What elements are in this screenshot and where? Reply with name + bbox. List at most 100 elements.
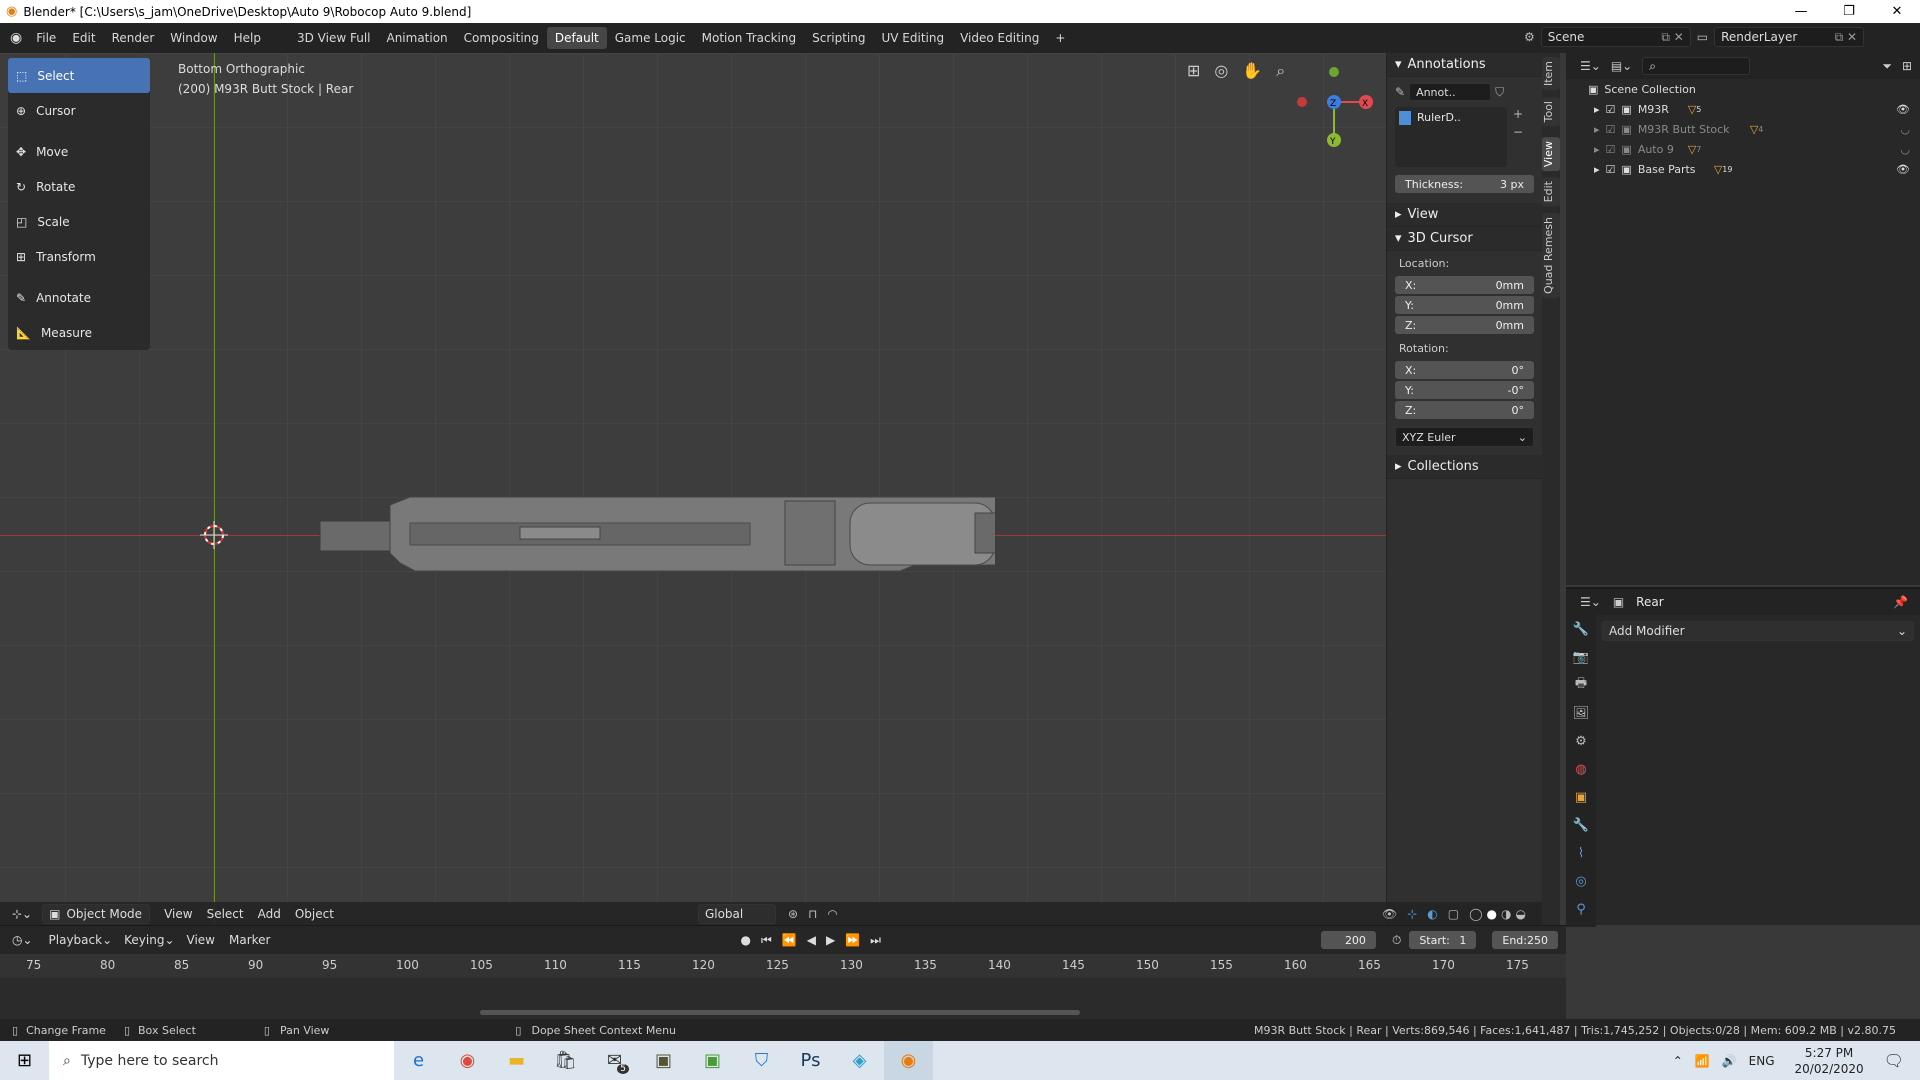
thickness-field[interactable]: Thickness: 3 px (1395, 175, 1534, 193)
tool-measure[interactable]: 📐 Measure (8, 315, 150, 350)
next-keyframe-icon[interactable]: ⏩ (845, 933, 860, 948)
render-layer-icon[interactable]: ▭ (1697, 30, 1708, 44)
chrome-icon[interactable]: ◉ (443, 1041, 492, 1080)
menu-add[interactable]: Add (258, 907, 281, 921)
filter-icon[interactable]: ⏷ (1882, 59, 1892, 74)
scene-selector[interactable]: Scene ⧉ ✕ (1540, 27, 1691, 47)
tab-video-editing[interactable]: Video Editing (952, 27, 1047, 49)
stopwatch-icon[interactable]: ⏱ (1392, 933, 1401, 948)
tab-game-logic[interactable]: Game Logic (607, 27, 694, 49)
rotation-mode-dropdown[interactable]: XYZ Euler ⌄ (1395, 427, 1534, 447)
visibility-icon[interactable]: 👁 (1382, 907, 1397, 921)
menu-playback[interactable]: Playback (49, 933, 103, 947)
outliner-editor-icon[interactable]: ☰⌄ (1580, 59, 1601, 73)
shield-icon[interactable]: ⛉ (1495, 85, 1504, 100)
tool-settings-icon[interactable]: 🔧 (1566, 615, 1596, 643)
add-workspace-button[interactable]: + (1047, 27, 1073, 49)
tool-move[interactable]: ✥ Move (8, 134, 150, 169)
eye-icon[interactable]: 👁 (1896, 103, 1910, 116)
pin-icon[interactable]: 📌 (1893, 595, 1908, 609)
tab-3d-view-full[interactable]: 3D View Full (289, 27, 379, 49)
snap-icon[interactable]: ⊓ (808, 907, 817, 921)
store-icon[interactable]: 🛍 (541, 1041, 590, 1080)
output-icon[interactable]: 🖶 (1566, 671, 1596, 699)
tab-item[interactable]: Item (1542, 57, 1560, 91)
gizmo-toggle-icon[interactable]: ⊹ (1407, 907, 1417, 921)
editor-type-icon[interactable]: ⊹⌄ (12, 907, 32, 921)
language-indicator[interactable]: ENG (1749, 1054, 1775, 1068)
rotation-y-field[interactable]: Y: -0° (1395, 381, 1534, 399)
end-frame-field[interactable]: End: 250 (1492, 931, 1558, 949)
outliner-row-m93r[interactable]: ▸ ☑ ▣ M93R ▽ 5 👁 (1566, 99, 1920, 119)
properties-editor-icon[interactable]: ☰⌄ (1580, 595, 1601, 609)
play-reverse-icon[interactable]: ◀ (807, 933, 816, 948)
scene-props-icon[interactable]: ⚙ (1566, 727, 1596, 755)
tool-annotate[interactable]: ✎ Annotate (8, 280, 150, 315)
jump-end-icon[interactable]: ⏭ (870, 933, 881, 948)
tool-cursor[interactable]: ⊕ Cursor (8, 93, 150, 128)
start-frame-field[interactable]: Start: 1 (1409, 931, 1477, 949)
checkbox-icon[interactable]: ☑ (1606, 143, 1616, 156)
network-icon[interactable]: 📶 (1695, 1054, 1710, 1068)
tab-uv-editing[interactable]: UV Editing (873, 27, 952, 49)
app-icon-blue[interactable]: ◈ (835, 1041, 884, 1080)
current-frame-field[interactable]: 200 (1320, 931, 1376, 949)
overlay-toggle-icon[interactable]: ◐ (1427, 907, 1437, 921)
outliner-row-auto-9[interactable]: ▸ ☑ ▣ Auto 9 ▽ 7 ◡ (1566, 139, 1920, 159)
blender-taskbar-icon[interactable]: ◉ (884, 1041, 933, 1080)
tool-transform[interactable]: ⊞ Transform (8, 239, 150, 274)
eye-icon[interactable]: 👁 (1896, 163, 1910, 176)
modifier-icon[interactable]: 🔧 (1566, 811, 1596, 839)
camera-icon[interactable]: ◎ (1214, 61, 1228, 81)
menu-render[interactable]: Render (104, 27, 163, 49)
app-icon-green[interactable]: ▣ (688, 1041, 737, 1080)
particles-icon[interactable]: ⌇ (1566, 839, 1596, 867)
xray-icon[interactable]: ▢ (1448, 907, 1459, 921)
tool-rotate[interactable]: ↻ Rotate (8, 169, 150, 204)
menu-window[interactable]: Window (162, 27, 225, 49)
minimize-button[interactable]: — (1778, 0, 1824, 23)
clock[interactable]: 5:27 PM 20/02/2020 (1795, 1045, 1864, 1077)
zoom-icon[interactable]: ⌕ (1276, 61, 1285, 81)
tray-chevron-icon[interactable]: ⌃ (1673, 1054, 1683, 1068)
taskbar-search-box[interactable]: ⌕ Type here to search (49, 1041, 394, 1080)
file-explorer-icon[interactable]: ▬ (492, 1041, 541, 1080)
location-x-field[interactable]: X: 0mm (1395, 276, 1534, 294)
tab-quad-remesh[interactable]: Quad Remesh (1542, 213, 1560, 298)
record-icon[interactable]: ● (740, 933, 750, 948)
timeline-scrollbar[interactable] (480, 1010, 1080, 1015)
cursor-panel-header[interactable]: ▾ 3D Cursor (1387, 227, 1542, 251)
3d-viewport[interactable]: ⬚ Select ⊕ Cursor ✥ Move ↻ Rotate ◰ Scale ⊞ Tr… (0, 53, 1542, 925)
view-layer-icon[interactable]: 🖼 (1566, 699, 1596, 727)
outliner-row-m93r-butt-stock[interactable]: ▸ ☑ ▣ M93R Butt Stock ▽ 4 ◡ (1566, 119, 1920, 139)
tab-scripting[interactable]: Scripting (804, 27, 873, 49)
eye-closed-icon[interactable]: ◡ (1900, 123, 1910, 136)
app-icon-dark[interactable]: ▣ (639, 1041, 688, 1080)
menu-view[interactable]: View (164, 907, 192, 921)
world-icon[interactable]: ◍ (1566, 755, 1596, 783)
prev-keyframe-icon[interactable]: ⏪ (782, 933, 797, 948)
tab-edit[interactable]: Edit (1542, 177, 1560, 207)
hand-icon[interactable]: ✋ (1242, 61, 1262, 81)
frame-ruler[interactable]: 75 80 85 90 95 100 105 110 115 120 125 130 135 140 145… (0, 954, 1566, 978)
remove-layer-icon[interactable]: − (1513, 125, 1523, 139)
new-collection-icon[interactable]: ⊞ (1902, 59, 1912, 73)
material-shading-icon[interactable]: ◑ (1501, 907, 1511, 921)
menu-select[interactable]: Select (207, 907, 244, 921)
outliner-row-scene-collection[interactable]: ▣ Scene Collection (1566, 79, 1920, 99)
display-mode-icon[interactable]: ▤⌄ (1611, 59, 1632, 73)
shield-app-icon[interactable]: ⛉ (737, 1041, 786, 1080)
outliner-search-input[interactable]: ⌕ (1642, 57, 1751, 75)
proportional-edit-icon[interactable]: ◠ (827, 907, 837, 921)
render-icon[interactable]: 📷 (1566, 643, 1596, 671)
checkbox-icon[interactable]: ☑ (1606, 103, 1616, 116)
eye-closed-icon[interactable]: ◡ (1900, 143, 1910, 156)
close-button[interactable]: ✕ (1874, 0, 1920, 23)
notifications-icon[interactable]: 🗨 (1884, 1051, 1904, 1070)
tab-compositing[interactable]: Compositing (456, 27, 547, 49)
navigation-gizmo[interactable]: Y X Z (1290, 58, 1380, 148)
mode-dropdown[interactable]: ▣ Object Mode (42, 903, 151, 924)
tab-motion-tracking[interactable]: Motion Tracking (694, 27, 804, 49)
rendered-shading-icon[interactable]: ◒ (1516, 907, 1526, 921)
tab-default[interactable]: Default (546, 27, 607, 49)
